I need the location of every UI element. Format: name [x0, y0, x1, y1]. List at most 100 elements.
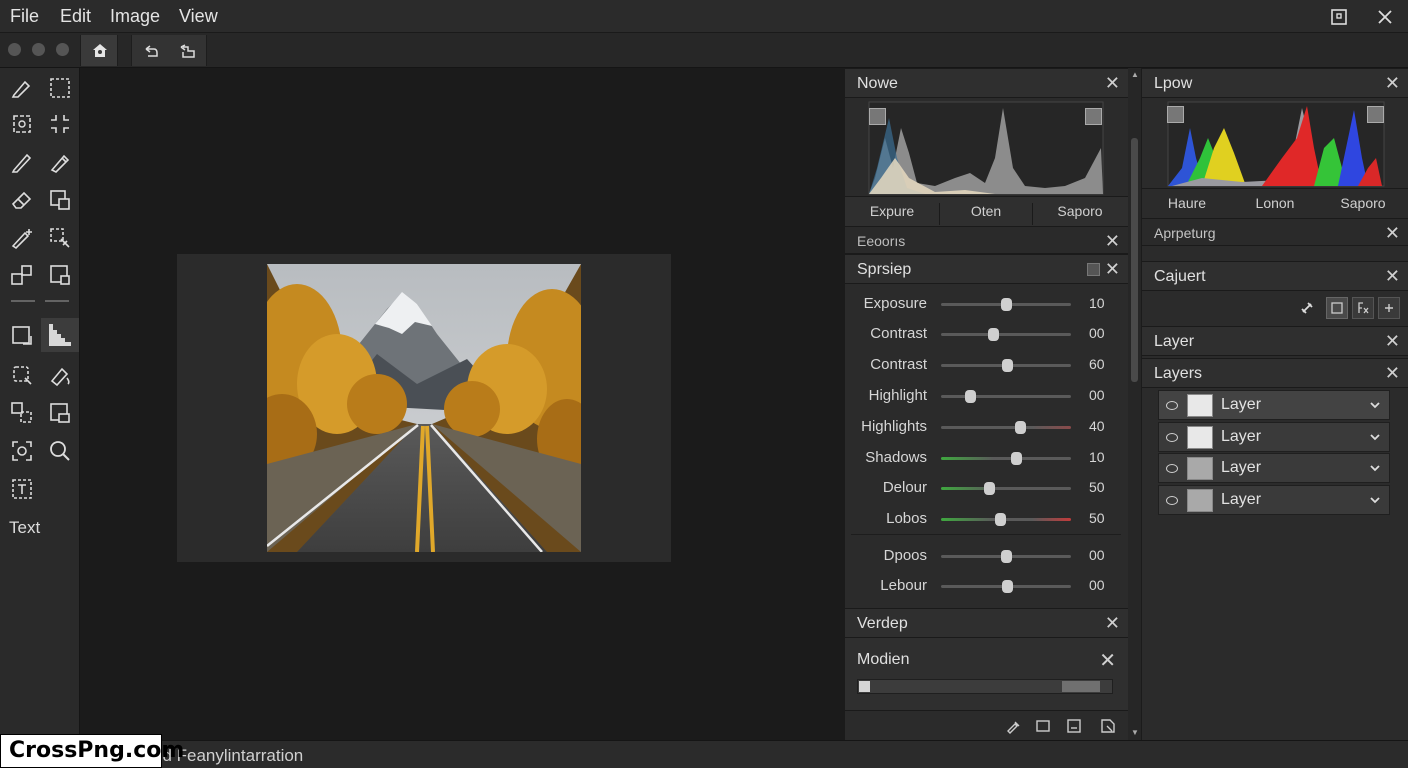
- slider-track[interactable]: [941, 298, 1071, 311]
- paint-bucket-icon[interactable]: [47, 362, 73, 388]
- white-point-swatch[interactable]: [1367, 106, 1384, 123]
- slider-thumb[interactable]: [988, 328, 999, 341]
- close-icon[interactable]: ✕: [1385, 364, 1400, 382]
- black-point-swatch[interactable]: [869, 108, 886, 125]
- slider-track[interactable]: [941, 390, 1071, 403]
- brush-icon[interactable]: [9, 75, 35, 101]
- pencil-icon[interactable]: [9, 149, 35, 175]
- text-frame-icon[interactable]: [9, 476, 35, 502]
- scroll-down-icon[interactable]: ▼: [1131, 728, 1139, 737]
- slider-track[interactable]: [941, 359, 1071, 372]
- lasso-icon[interactable]: [9, 362, 35, 388]
- close-icon[interactable]: ✕: [1099, 648, 1116, 673]
- close-icon[interactable]: ✕: [1385, 332, 1400, 350]
- slider-thumb[interactable]: [1011, 452, 1023, 465]
- tab-oten[interactable]: Oten: [939, 203, 1033, 225]
- tab-lonon[interactable]: Lonon: [1230, 195, 1320, 211]
- layer-row[interactable]: Layer: [1158, 421, 1390, 452]
- tab-expure[interactable]: Expure: [845, 203, 939, 219]
- menu-edit[interactable]: Edit: [60, 6, 91, 27]
- white-point-swatch[interactable]: [1085, 108, 1102, 125]
- menu-image[interactable]: Image: [110, 6, 160, 27]
- slider-track[interactable]: [941, 328, 1071, 341]
- modien-handle[interactable]: [859, 681, 870, 692]
- slider-thumb[interactable]: [1002, 580, 1014, 593]
- black-point-swatch[interactable]: [1167, 106, 1184, 123]
- tab-saporo[interactable]: Saporo: [1033, 203, 1127, 219]
- slider-thumb[interactable]: [1001, 550, 1012, 563]
- layer-mask-button[interactable]: [1326, 297, 1348, 319]
- export-icon[interactable]: [1100, 718, 1116, 734]
- focus-icon[interactable]: [9, 438, 35, 464]
- panel-options-icon[interactable]: [1087, 263, 1100, 276]
- visibility-eye-icon[interactable]: [1166, 401, 1178, 410]
- window-dot-minimize[interactable]: [32, 43, 45, 56]
- clone-stamp-icon[interactable]: [9, 400, 35, 426]
- add-layer-button[interactable]: [1378, 297, 1400, 319]
- layer-row[interactable]: Layer: [1158, 453, 1390, 484]
- visibility-eye-icon[interactable]: [1166, 432, 1178, 442]
- home-button[interactable]: [80, 35, 118, 66]
- menu-file[interactable]: File: [10, 6, 39, 27]
- visibility-eye-icon[interactable]: [1166, 496, 1178, 506]
- slider-thumb[interactable]: [1002, 359, 1014, 372]
- rectangle-select-icon[interactable]: [47, 187, 73, 213]
- healing-brush-icon[interactable]: [9, 225, 35, 251]
- frame-icon[interactable]: [47, 262, 73, 288]
- redo-icon[interactable]: [178, 42, 196, 60]
- link-icon[interactable]: [1299, 300, 1315, 316]
- chevron-down-icon[interactable]: [1369, 431, 1381, 443]
- slider-track[interactable]: [941, 550, 1071, 563]
- shape-icon[interactable]: [47, 400, 73, 426]
- slider-track[interactable]: [941, 452, 1071, 465]
- restore-window-icon[interactable]: [1328, 6, 1350, 28]
- scroll-up-icon[interactable]: ▲: [1131, 70, 1139, 79]
- layer-row[interactable]: Layer: [1158, 390, 1390, 420]
- mask-icon[interactable]: [1035, 718, 1051, 734]
- menu-view[interactable]: View: [179, 6, 218, 27]
- crop-icon[interactable]: [9, 111, 35, 137]
- chevron-down-icon[interactable]: [1369, 399, 1381, 411]
- transform-icon[interactable]: [47, 111, 73, 137]
- slider-thumb[interactable]: [1001, 298, 1012, 311]
- layer-row[interactable]: Layer: [1158, 485, 1390, 516]
- text-tool-label[interactable]: Text: [9, 518, 40, 538]
- slider-track[interactable]: [941, 513, 1071, 526]
- undo-icon[interactable]: [142, 42, 160, 60]
- slider-track[interactable]: [941, 580, 1071, 593]
- marquee-icon[interactable]: [47, 75, 73, 101]
- chevron-down-icon[interactable]: [1369, 494, 1381, 506]
- window-dot-zoom[interactable]: [56, 43, 69, 56]
- pen-icon[interactable]: [47, 149, 73, 175]
- quick-select-icon[interactable]: [47, 225, 73, 251]
- slider-thumb[interactable]: [1015, 421, 1027, 434]
- slider-thumb[interactable]: [994, 513, 1006, 526]
- chevron-down-icon[interactable]: [1369, 462, 1381, 474]
- slider-thumb[interactable]: [984, 482, 996, 495]
- close-icon[interactable]: ✕: [1385, 267, 1400, 285]
- panel-scrollbar[interactable]: ▲ ▼: [1128, 68, 1141, 740]
- zoom-icon[interactable]: [47, 438, 73, 464]
- slider-track[interactable]: [941, 482, 1071, 495]
- close-window-icon[interactable]: [1374, 6, 1396, 28]
- object-select-icon[interactable]: [9, 262, 35, 288]
- eraser-icon[interactable]: [9, 187, 35, 213]
- tab-saporo[interactable]: Saporo: [1318, 195, 1408, 211]
- layer-style-button[interactable]: [1352, 297, 1374, 319]
- close-icon[interactable]: ✕: [1105, 260, 1120, 278]
- close-icon[interactable]: ✕: [1105, 74, 1120, 92]
- close-icon[interactable]: ✕: [1105, 614, 1120, 632]
- visibility-eye-icon[interactable]: [1166, 464, 1178, 474]
- close-icon[interactable]: ✕: [1105, 232, 1120, 250]
- slider-track[interactable]: [941, 421, 1071, 434]
- artboard-icon[interactable]: [9, 322, 35, 348]
- window-dot-close[interactable]: [8, 43, 21, 56]
- scrollbar-thumb[interactable]: [1131, 138, 1138, 382]
- slider-thumb[interactable]: [964, 390, 976, 403]
- modien-progress-track[interactable]: [857, 679, 1113, 694]
- tab-haure[interactable]: Haure: [1142, 195, 1232, 211]
- close-icon[interactable]: ✕: [1385, 224, 1400, 242]
- gradient-tool-button[interactable]: [41, 318, 79, 352]
- eyedropper-icon[interactable]: [1005, 718, 1021, 734]
- close-icon[interactable]: ✕: [1385, 74, 1400, 92]
